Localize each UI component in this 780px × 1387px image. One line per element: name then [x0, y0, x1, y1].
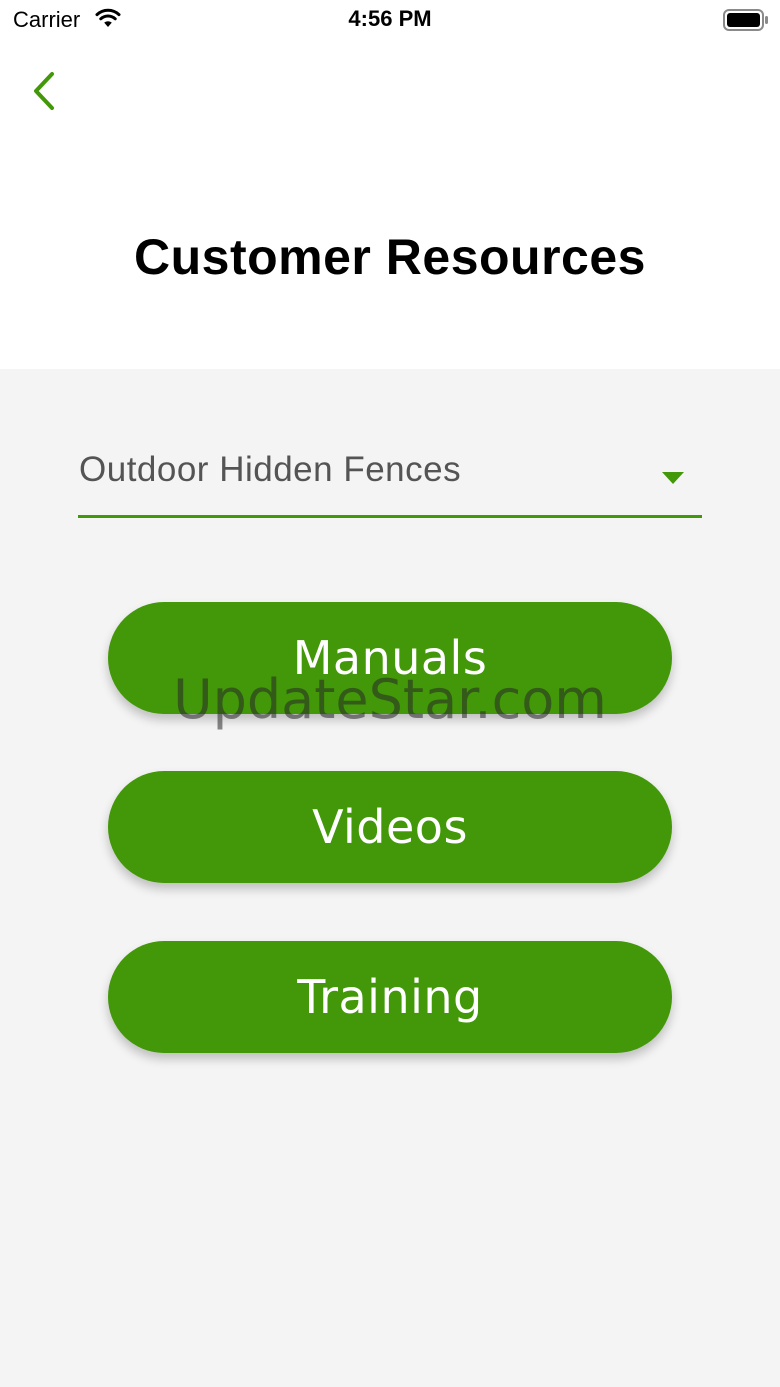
- videos-button[interactable]: Videos: [108, 771, 672, 883]
- dropdown-selected-value: Outdoor Hidden Fences: [79, 450, 462, 489]
- training-button[interactable]: Training: [108, 941, 672, 1053]
- header-area: Carrier 4:56 PM Customer Resources: [0, 0, 780, 369]
- status-bar: Carrier 4:56 PM: [0, 0, 780, 40]
- back-button[interactable]: [22, 68, 66, 114]
- status-time: 4:56 PM: [348, 6, 432, 31]
- page-title: Customer Resources: [134, 229, 646, 285]
- battery-icon: [723, 9, 768, 31]
- product-category-dropdown[interactable]: Outdoor Hidden Fences: [78, 440, 702, 518]
- chevron-left-icon: [34, 72, 54, 110]
- caret-down-icon: [662, 472, 684, 484]
- manuals-button[interactable]: Manuals: [108, 602, 672, 714]
